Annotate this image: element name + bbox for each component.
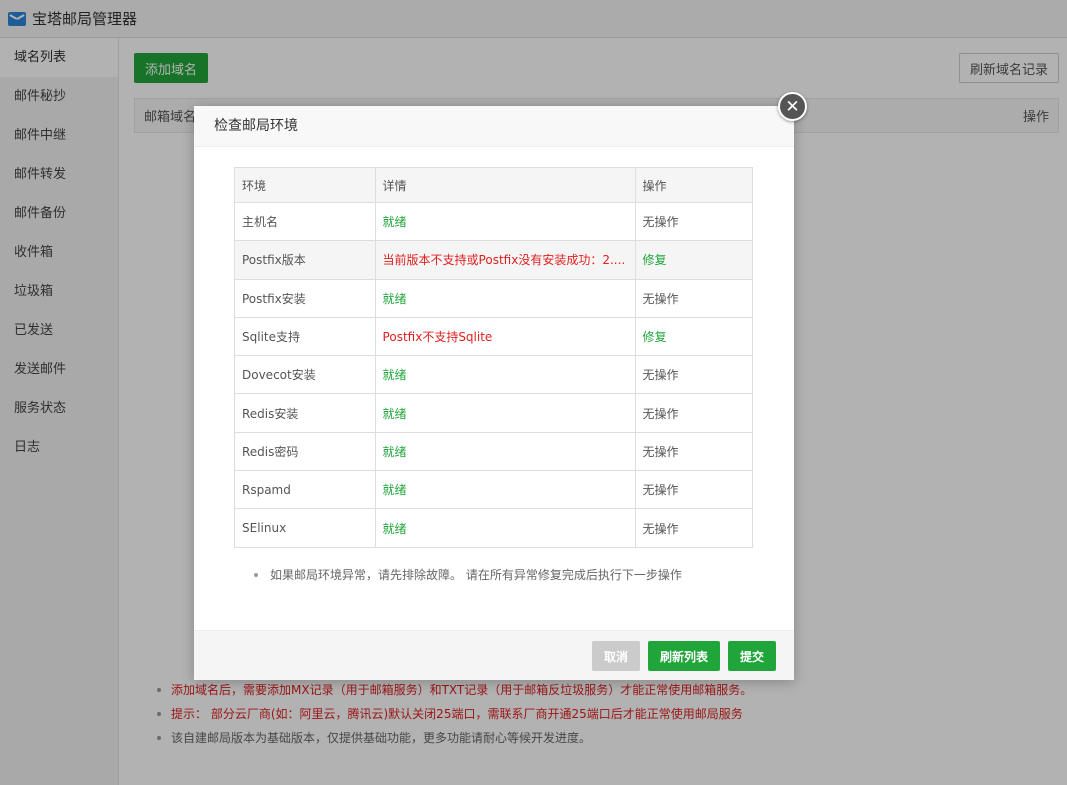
env-name: Sqlite支持: [234, 316, 376, 357]
column-header-detail: 详情: [374, 167, 636, 203]
env-name: Postfix安装: [234, 278, 376, 318]
env-op: 无操作: [634, 470, 754, 510]
fix-link[interactable]: 修复: [643, 330, 667, 344]
env-op: 无操作: [634, 355, 754, 395]
dialog-footer: 取消 刷新列表 提交: [194, 630, 794, 680]
column-header-op: 操作: [634, 167, 754, 203]
dialog-title: 检查邮局环境: [194, 106, 794, 147]
env-name: 主机名: [234, 201, 376, 242]
env-name: Rspamd: [234, 470, 376, 510]
env-name: Redis密码: [234, 431, 376, 472]
table-row: Dovecot安装 就绪 无操作: [234, 355, 754, 395]
env-op: 无操作: [634, 278, 754, 318]
close-icon: ✕: [785, 96, 800, 117]
env-op: 无操作: [634, 508, 754, 548]
refresh-list-button[interactable]: 刷新列表: [648, 641, 720, 671]
table-row: Postfix版本 当前版本不支持或Postfix没有安装成功：2.... 修复: [234, 240, 754, 280]
cancel-button[interactable]: 取消: [592, 641, 640, 671]
table-row: Redis密码 就绪 无操作: [234, 431, 754, 472]
column-header-env: 环境: [234, 167, 376, 203]
table-header-row: 环境 详情 操作: [234, 167, 754, 203]
table-row: SElinux 就绪 无操作: [234, 508, 754, 548]
env-detail: 就绪: [382, 406, 407, 421]
check-environment-dialog: 检查邮局环境 环境 详情 操作 主机名 就绪 无操作 Postfix版本 当前版…: [194, 106, 794, 680]
env-detail: 就绪: [382, 483, 407, 498]
env-detail: 当前版本不支持或Postfix没有安装成功：2....: [382, 253, 626, 268]
env-detail: Postfix不支持Sqlite: [382, 330, 493, 345]
environment-table: 环境 详情 操作 主机名 就绪 无操作 Postfix版本 当前版本不支持或Po…: [234, 167, 754, 548]
env-detail: 就绪: [382, 444, 407, 459]
table-row: 主机名 就绪 无操作: [234, 201, 754, 242]
table-row: Sqlite支持 Postfix不支持Sqlite 修复: [234, 316, 754, 357]
env-op: 无操作: [634, 201, 754, 242]
env-detail: 就绪: [382, 215, 407, 230]
env-name: Redis安装: [234, 393, 376, 433]
env-op: 无操作: [634, 431, 754, 472]
fix-link[interactable]: 修复: [643, 253, 667, 267]
table-row: Postfix安装 就绪 无操作: [234, 278, 754, 318]
env-detail: 就绪: [382, 368, 407, 383]
env-name: Postfix版本: [234, 240, 376, 280]
env-name: Dovecot安装: [234, 355, 376, 395]
env-detail: 就绪: [382, 521, 407, 536]
close-dialog-button[interactable]: ✕: [778, 92, 807, 121]
env-detail: 就绪: [382, 291, 407, 306]
table-row: Redis安装 就绪 无操作: [234, 393, 754, 433]
submit-button[interactable]: 提交: [728, 641, 776, 671]
env-op: 无操作: [634, 393, 754, 433]
table-row: Rspamd 就绪 无操作: [234, 470, 754, 510]
dialog-tip: 如果邮局环境异常，请先排除故障。 请在所有异常修复完成后执行下一步操作: [254, 566, 682, 583]
env-name: SElinux: [234, 508, 376, 548]
